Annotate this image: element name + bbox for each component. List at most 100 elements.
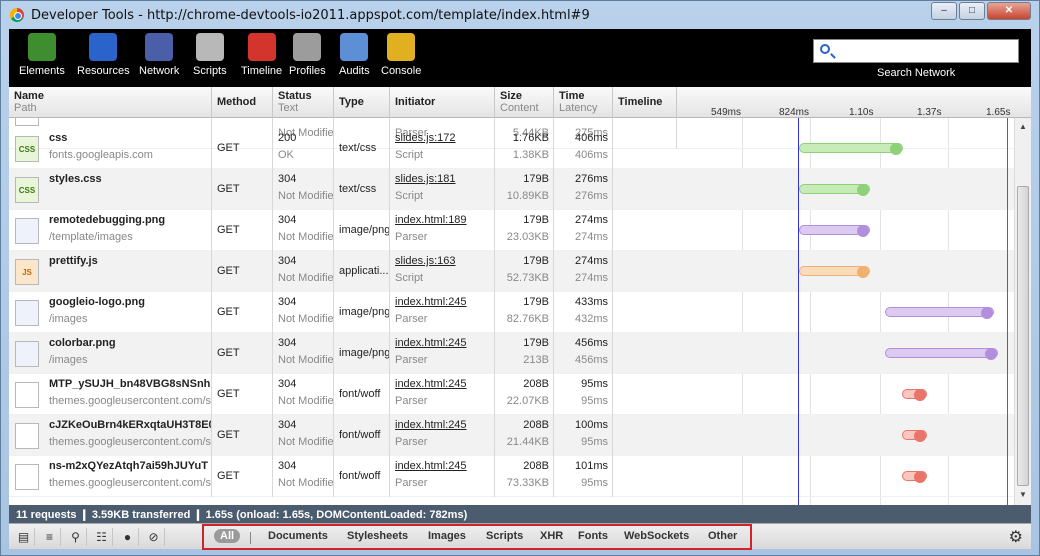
timeline-bar[interactable] bbox=[885, 307, 995, 319]
initiator-link[interactable]: slides.js:163 bbox=[395, 255, 456, 267]
vertical-scrollbar[interactable]: ▲ ▼ bbox=[1014, 118, 1031, 505]
scrollbar-thumb[interactable] bbox=[1017, 186, 1029, 486]
timeline-bar-end bbox=[914, 389, 927, 401]
initiator-link[interactable]: index.html:245 bbox=[395, 419, 467, 431]
resource-name[interactable]: MTP_ySUJH_bn48VBG8sNSnh bbox=[49, 378, 210, 390]
resource-name[interactable]: remotedebugging.png bbox=[49, 214, 165, 226]
resource-name[interactable]: css bbox=[49, 132, 67, 144]
close-button[interactable]: ✕ bbox=[987, 2, 1031, 20]
filter-xhr[interactable]: XHR bbox=[540, 530, 563, 542]
timeline-bar[interactable] bbox=[799, 143, 903, 155]
column-name[interactable]: Name Path bbox=[9, 87, 212, 118]
transfer-size: 179B bbox=[523, 255, 549, 267]
cell-type: image/png bbox=[334, 333, 390, 374]
search-box[interactable] bbox=[813, 39, 1019, 63]
tool-timeline[interactable]: Timeline bbox=[241, 33, 282, 77]
minimize-button[interactable]: ‒ bbox=[931, 2, 957, 20]
cell-name: remotedebugging.png/template/images bbox=[9, 210, 212, 251]
search-input[interactable] bbox=[838, 42, 1014, 60]
method: GET bbox=[217, 142, 240, 154]
tool-resources[interactable]: Resources bbox=[77, 33, 130, 77]
tool-audits[interactable]: Audits bbox=[339, 33, 370, 77]
timeline-bar[interactable] bbox=[799, 225, 871, 237]
column-status[interactable]: Status Text bbox=[273, 87, 334, 118]
cell-initiator: slides.js:181 Script bbox=[390, 169, 495, 210]
resource-name[interactable]: colorbar.png bbox=[49, 337, 116, 349]
initiator-link[interactable]: index.html:245 bbox=[395, 378, 467, 390]
timeline-bar[interactable] bbox=[885, 348, 999, 360]
timeline-bar[interactable] bbox=[799, 184, 871, 196]
resource-name[interactable]: googleio-logo.png bbox=[49, 296, 145, 308]
resource-filter-bar: All Documents Stylesheets Images Scripts XHR F… bbox=[202, 524, 752, 550]
resource-path: themes.googleusercontent.com/s bbox=[49, 477, 212, 489]
filter-scripts[interactable]: Scripts bbox=[486, 530, 523, 542]
maximize-button[interactable]: □ bbox=[959, 2, 985, 20]
cell-size: 179B 23.03KB bbox=[495, 210, 554, 251]
status-text: Not Modified bbox=[278, 436, 334, 448]
timeline-bar[interactable] bbox=[799, 266, 871, 278]
table-row[interactable]: remotedebugging.png/template/images GET … bbox=[9, 210, 1014, 251]
initiator-link[interactable]: index.html:245 bbox=[395, 460, 467, 472]
column-initiator[interactable]: Initiator bbox=[390, 87, 495, 118]
timeline-bar[interactable] bbox=[901, 471, 928, 483]
table-row[interactable]: JS prettify.js GET 304 Not Modified appli… bbox=[9, 251, 1014, 292]
total-time: 274ms bbox=[574, 255, 608, 267]
cell-timeline-spacer bbox=[613, 210, 677, 251]
column-type[interactable]: Type bbox=[334, 87, 390, 118]
tool-network[interactable]: Network bbox=[139, 33, 179, 77]
scroll-down-icon[interactable]: ▼ bbox=[1019, 490, 1027, 499]
resource-name[interactable]: cJZKeOuBrn4kERxqtaUH3T8E0 bbox=[49, 419, 211, 431]
initiator-link[interactable]: index.html:189 bbox=[395, 214, 467, 226]
tool-profiles[interactable]: Profiles bbox=[289, 33, 326, 77]
initiator-link[interactable]: slides.js:181 bbox=[395, 173, 456, 185]
table-row[interactable]: cJZKeOuBrn4kERxqtaUH3T8E0 themes.googleus… bbox=[9, 415, 1014, 456]
filter-stylesheets[interactable]: Stylesheets bbox=[347, 530, 408, 542]
column-method[interactable]: Method bbox=[212, 87, 273, 118]
resource-name[interactable]: prettify.js bbox=[49, 255, 98, 267]
method: GET bbox=[217, 183, 240, 195]
tool-elements[interactable]: Elements bbox=[19, 33, 65, 77]
table-row[interactable]: CSS styles.css GET 304 Not Modified text/… bbox=[9, 169, 1014, 210]
cell-status: 304 Not Modified bbox=[273, 415, 334, 456]
filter-documents[interactable]: Documents bbox=[268, 530, 328, 542]
filter-other[interactable]: Other bbox=[708, 530, 737, 542]
column-size[interactable]: Size Content bbox=[495, 87, 554, 118]
tool-console[interactable]: Console bbox=[381, 33, 421, 77]
record-icon[interactable]: ● bbox=[117, 528, 139, 546]
search-icon[interactable]: ⚲ bbox=[65, 528, 87, 546]
console-drawer-icon[interactable]: ≡ bbox=[39, 528, 61, 546]
clear-icon[interactable]: ⊘ bbox=[143, 528, 165, 546]
table-row[interactable]: MTP_ySUJH_bn48VBG8sNSnh themes.googleuser… bbox=[9, 374, 1014, 415]
file-icon bbox=[15, 118, 39, 126]
cell-status: 304 Not Modified bbox=[273, 210, 334, 251]
filter-images[interactable]: Images bbox=[428, 530, 466, 542]
cell-size: 208B 22.07KB bbox=[495, 374, 554, 415]
column-timeline[interactable]: Timeline bbox=[613, 87, 677, 118]
timeline-bar[interactable] bbox=[901, 430, 928, 442]
timeline-bar[interactable] bbox=[901, 389, 928, 401]
scroll-up-icon[interactable]: ▲ bbox=[1019, 122, 1027, 131]
devtools-window: Developer Tools - http://chrome-devtools… bbox=[0, 0, 1040, 556]
timeline-bar-end bbox=[914, 430, 927, 442]
table-row[interactable]: googleio-logo.png/images GET 304 Not Modi… bbox=[9, 292, 1014, 333]
transfer-size: 208B bbox=[523, 460, 549, 472]
tool-scripts[interactable]: Scripts bbox=[193, 33, 227, 77]
load-event-line bbox=[1007, 118, 1008, 505]
filter-websockets[interactable]: WebSockets bbox=[624, 530, 689, 542]
resource-name[interactable]: styles.css bbox=[49, 173, 102, 185]
table-row[interactable]: ns-m2xQYezAtqh7ai59hJUYuT themes.googleus… bbox=[9, 456, 1014, 497]
file-icon: JS bbox=[15, 259, 39, 285]
initiator-link[interactable]: slides.js:172 bbox=[395, 132, 456, 144]
table-row[interactable]: colorbar.png/images GET 304 Not Modified … bbox=[9, 333, 1014, 374]
column-time[interactable]: Time Latency bbox=[554, 87, 613, 118]
gear-icon[interactable]: ⚙ bbox=[1009, 527, 1023, 547]
filter-all[interactable]: All bbox=[214, 529, 241, 543]
initiator-link[interactable]: index.html:245 bbox=[395, 296, 467, 308]
table-row[interactable]: CSS css fonts.googleapis.com GET 200 OK te… bbox=[9, 128, 1014, 169]
initiator-type: Parser bbox=[395, 231, 428, 243]
dock-icon[interactable]: ▤ bbox=[13, 528, 35, 546]
initiator-link[interactable]: index.html:245 bbox=[395, 337, 467, 349]
overview-icon[interactable]: ☷ bbox=[91, 528, 113, 546]
resource-name[interactable]: ns-m2xQYezAtqh7ai59hJUYuT bbox=[49, 460, 208, 472]
filter-fonts[interactable]: Fonts bbox=[578, 530, 608, 542]
